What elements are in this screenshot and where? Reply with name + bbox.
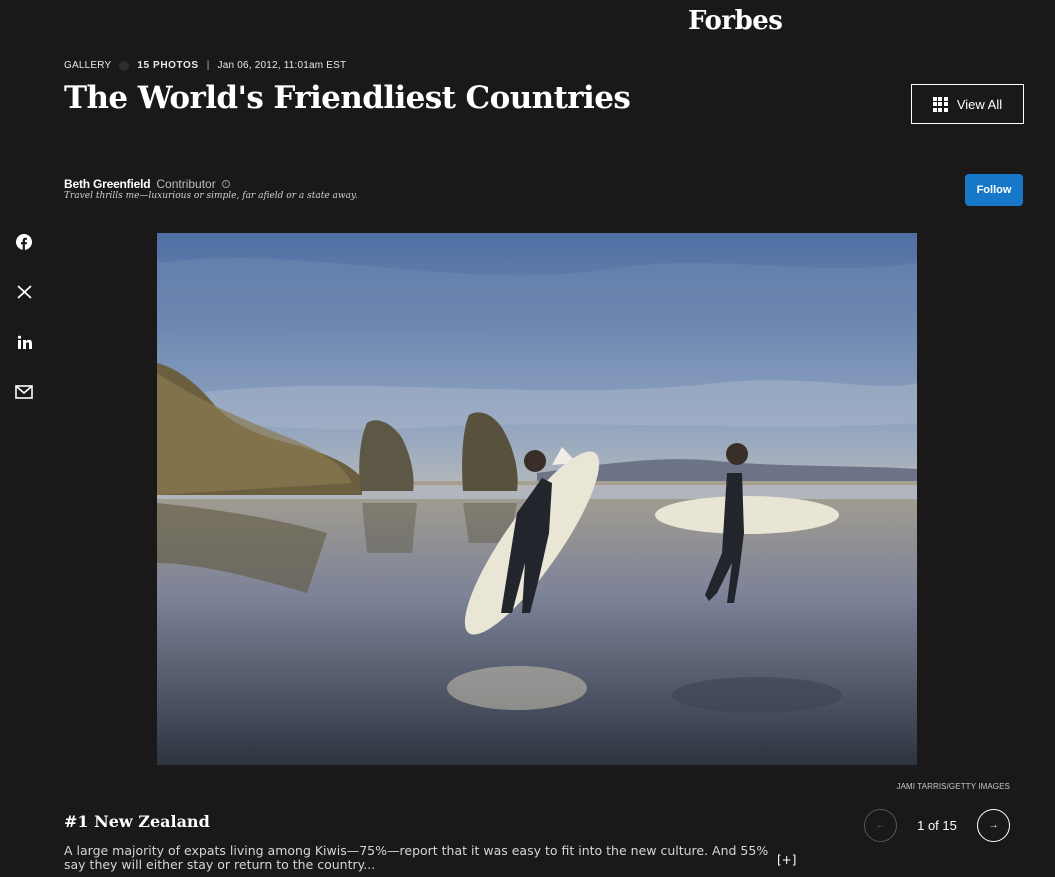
arrow-left-icon: ← xyxy=(875,820,886,831)
author-tagline: Travel thrills me—luxurious or simple, f… xyxy=(64,191,358,201)
next-slide-button[interactable]: → xyxy=(977,809,1010,842)
publish-date: Jan 06, 2012, 11:01am EST xyxy=(217,60,347,71)
info-icon[interactable]: i xyxy=(221,180,230,188)
follow-button[interactable]: Follow xyxy=(965,174,1023,206)
author-byline: Beth Greenfield Contributor i xyxy=(64,177,230,191)
slide-description: A large majority of expats living among … xyxy=(64,843,769,872)
gallery-photo[interactable] xyxy=(157,233,917,765)
x-icon[interactable] xyxy=(14,283,34,301)
social-share-bar xyxy=(14,233,34,401)
article-meta: GALLERY 15 PHOTOS | Jan 06, 2012, 11:01a… xyxy=(64,60,346,71)
author-name[interactable]: Beth Greenfield xyxy=(64,177,151,191)
linkedin-icon[interactable] xyxy=(14,333,34,351)
photo-count: 15 PHOTOS xyxy=(137,60,199,71)
page-title: The World's Friendliest Countries xyxy=(64,80,631,116)
arrow-right-icon: → xyxy=(988,820,999,831)
gallery-label: GALLERY xyxy=(64,60,112,71)
slide-counter: 1 of 15 xyxy=(917,818,957,833)
expand-caption-button[interactable]: [+] xyxy=(777,853,796,867)
camera-dot-icon xyxy=(119,60,130,71)
view-all-label: View All xyxy=(956,96,1003,112)
facebook-icon[interactable] xyxy=(14,233,34,251)
author-role: Contributor xyxy=(156,177,216,191)
forbes-logo[interactable]: Forbes xyxy=(688,6,783,36)
view-all-button[interactable]: View All xyxy=(911,84,1024,124)
prev-slide-button[interactable]: ← xyxy=(864,809,897,842)
email-icon[interactable] xyxy=(14,383,34,401)
meta-separator: | xyxy=(206,60,210,71)
grid-icon xyxy=(932,96,948,112)
photo-credit: JAMI TARRIS/GETTY IMAGES xyxy=(896,782,1010,791)
slide-title: #1 New Zealand xyxy=(64,812,210,831)
